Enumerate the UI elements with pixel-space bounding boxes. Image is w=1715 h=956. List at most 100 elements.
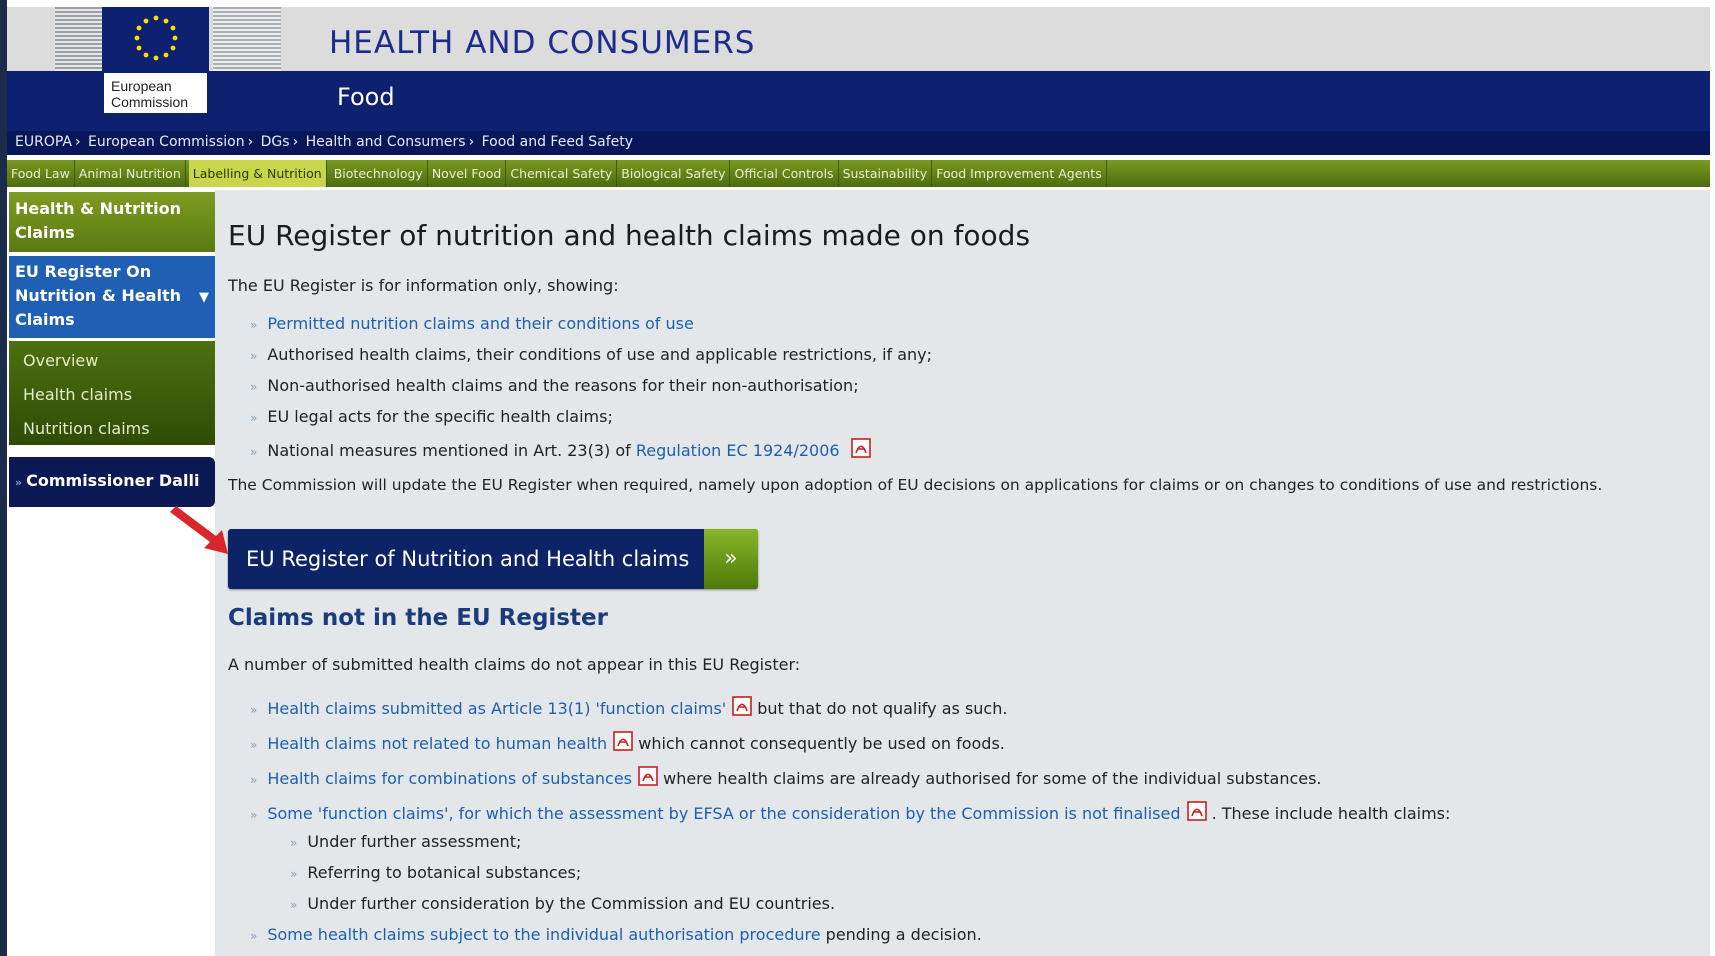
link-combinations-of-substances[interactable]: Health claims for combinations of substa… <box>267 769 632 788</box>
list-item: » Some 'function claims', for which the a… <box>250 801 1450 823</box>
double-chevron-right-icon: » <box>704 529 758 589</box>
sidebar-item-overview[interactable]: Overview <box>9 346 215 380</box>
list-item-text: which cannot consequently be used on foo… <box>633 734 1005 753</box>
eu-flag-logo[interactable] <box>102 7 209 73</box>
breadcrumb-item[interactable]: DGs <box>261 134 290 150</box>
link-individual-authorisation-procedure[interactable]: Some health claims subject to the indivi… <box>267 925 820 944</box>
list-item: » EU legal acts for the specific health c… <box>250 407 613 426</box>
nav-tab-chemical-safety[interactable]: Chemical Safety <box>506 160 618 187</box>
bullet-icon: » <box>250 380 258 394</box>
sidebar-active-line3: Claims <box>15 310 75 329</box>
pdf-icon[interactable] <box>732 696 752 716</box>
list-item-nested: » Under further consideration by the Comm… <box>290 894 835 913</box>
bullet-icon: » <box>250 929 258 943</box>
update-text: The Commission will update the EU Regist… <box>228 476 1603 494</box>
nav-tab-animal-nutrition[interactable]: Animal Nutrition <box>75 160 186 187</box>
sidebar-section-title-line2: Claims <box>15 223 75 242</box>
list-item-text: Under further consideration by the Commi… <box>307 894 836 913</box>
nav-tab-sustainability[interactable]: Sustainability <box>839 160 933 187</box>
bullet-icon: » <box>290 898 298 912</box>
sidebar-item-health-claims[interactable]: Health claims <box>9 380 215 414</box>
page-title: EU Register of nutrition and health clai… <box>228 219 1031 252</box>
commissioner-label: Commissioner Dalli <box>26 471 200 490</box>
list-item-nested: » Under further assessment; <box>290 832 521 851</box>
list-item: » Non-authorised health claims and the re… <box>250 376 859 395</box>
breadcrumb-item[interactable]: Health and Consumers <box>306 134 466 150</box>
breadcrumb-separator-icon: › <box>292 134 299 150</box>
bullet-icon: » <box>250 703 258 717</box>
nav-tab-biological-safety[interactable]: Biological Safety <box>617 160 731 187</box>
eu-register-button[interactable]: EU Register of Nutrition and Health clai… <box>228 529 758 589</box>
list-item-text: Under further assessment; <box>307 832 522 851</box>
bullet-icon: » <box>250 738 258 752</box>
sidebar-item-nutrition-claims[interactable]: Nutrition claims <box>9 414 215 448</box>
bullet-icon: » <box>250 318 258 332</box>
list-item: » Some health claims subject to the indiv… <box>250 925 982 944</box>
list-item: » Authorised health claims, their conditi… <box>250 345 932 364</box>
breadcrumb-item[interactable]: EUROPA <box>15 134 72 150</box>
bullet-icon: » <box>250 349 258 363</box>
link-function-claims-not-finalised[interactable]: Some 'function claims', for which the as… <box>267 804 1180 823</box>
link-function-claims[interactable]: Health claims submitted as Article 13(1)… <box>267 699 726 718</box>
eu-stars-icon <box>134 15 178 61</box>
breadcrumb-separator-icon: › <box>247 134 254 150</box>
nav-tab-labelling-nutrition[interactable]: Labelling & Nutrition <box>188 160 327 187</box>
pdf-icon[interactable] <box>1186 801 1207 821</box>
department-title: HEALTH AND CONSUMERS <box>329 25 756 61</box>
list-item: » Health claims for combinations of subst… <box>250 766 1322 788</box>
bullet-icon: » <box>290 867 298 881</box>
red-arrow-icon <box>170 506 228 554</box>
sidebar: Health & Nutrition Claims EU Register On… <box>9 192 215 507</box>
bullet-icon: » <box>290 836 298 850</box>
breadcrumb-separator-icon: › <box>74 134 81 150</box>
bullet-icon: » <box>250 445 258 459</box>
sidebar-item-commissioner[interactable]: » Commissioner Dalli <box>9 457 215 507</box>
intro-text: The EU Register is for information only,… <box>228 276 619 295</box>
link-regulation-1924-2006[interactable]: Regulation EC 1924/2006 <box>636 441 840 460</box>
logo-line-2: Commission <box>111 94 189 110</box>
list-item-text: but that do not qualify as such. <box>752 699 1008 718</box>
sidebar-submenu: Overview Health claims Nutrition claims <box>9 341 215 445</box>
list-item-text: National measures mentioned in Art. 23(3… <box>267 441 636 460</box>
list-item-text: pending a decision. <box>820 925 982 944</box>
logo-building-graphic-left <box>55 7 107 71</box>
nav-tab-official-controls[interactable]: Official Controls <box>730 160 839 187</box>
department-subtitle: Food <box>337 83 395 111</box>
pdf-icon[interactable] <box>613 731 633 751</box>
list-item-nested: » Referring to botanical substances; <box>290 863 581 882</box>
logo-building-graphic-right <box>213 7 281 71</box>
link-permitted-nutrition-claims[interactable]: Permitted nutrition claims and their con… <box>267 314 693 333</box>
breadcrumb-separator-icon: › <box>468 134 475 150</box>
breadcrumb-item[interactable]: Food and Feed Safety <box>482 134 633 150</box>
breadcrumb-item[interactable]: European Commission <box>88 134 245 150</box>
sidebar-section-health-nutrition-claims[interactable]: Health & Nutrition Claims <box>9 192 215 252</box>
sidebar-active-line2: Nutrition & Health <box>15 286 181 305</box>
list-item-text: Non-authorised health claims and the rea… <box>267 376 859 395</box>
list-item-text: . These include health claims: <box>1206 804 1451 823</box>
breadcrumb: EUROPA › European Commission › DGs › Health… <box>7 131 1710 155</box>
bullet-icon: » <box>250 808 258 822</box>
logo-line-1: European <box>111 78 172 94</box>
section-intro-text: A number of submitted health claims do n… <box>228 655 801 674</box>
list-item-text: where health claims are already authoris… <box>658 769 1322 788</box>
eu-register-button-label: EU Register of Nutrition and Health clai… <box>246 547 690 571</box>
sidebar-item-eu-register[interactable]: EU Register On Nutrition & Health Claims… <box>9 256 215 338</box>
bullet-icon: » <box>250 773 258 787</box>
section-heading-claims-not-in-register: Claims not in the EU Register <box>228 605 608 631</box>
link-claims-not-human-health[interactable]: Health claims not related to human healt… <box>267 734 607 753</box>
site-header: European Commission HEALTH AND CONSUMERS… <box>7 7 1710 131</box>
pdf-icon[interactable] <box>850 438 871 458</box>
nav-tab-food-law[interactable]: Food Law <box>7 160 75 187</box>
list-item: » Health claims submitted as Article 13(1… <box>250 696 1007 718</box>
pdf-icon[interactable] <box>638 766 658 786</box>
bullet-icon: » <box>250 411 258 425</box>
list-item-text: Referring to botanical substances; <box>307 863 582 882</box>
list-item: » Health claims not related to human heal… <box>250 731 1005 753</box>
logo-wordmark: European Commission <box>102 73 209 115</box>
nav-tab-biotechnology[interactable]: Biotechnology <box>330 160 428 187</box>
nav-tab-novel-food[interactable]: Novel Food <box>428 160 507 187</box>
main-navigation: Food Law Animal Nutrition Labelling & Nu… <box>7 160 1710 187</box>
window-edge <box>0 0 7 956</box>
nav-tab-food-improvement-agents[interactable]: Food Improvement Agents <box>932 160 1107 187</box>
sidebar-section-title-line1: Health & Nutrition <box>15 199 181 218</box>
